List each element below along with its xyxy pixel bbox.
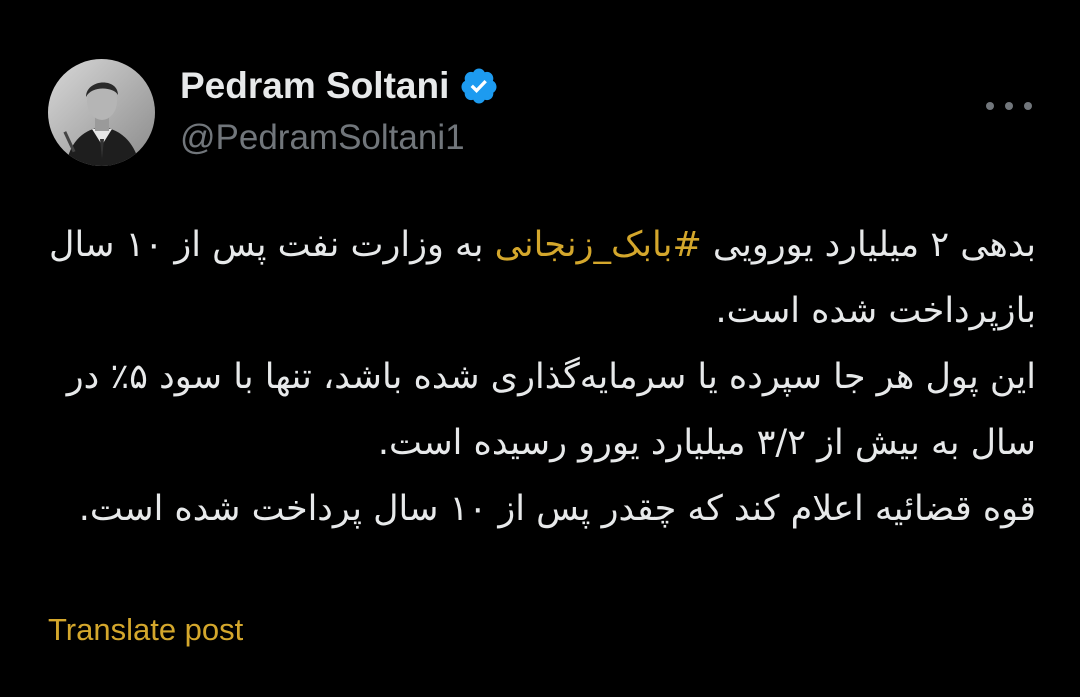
author-name-row: Pedram Soltani [180,62,499,110]
author-handle[interactable]: @PedramSoltani1 [180,118,465,158]
post-text-segment: بدهی ۲ میلیارد یورویی [701,225,1036,265]
post-paragraph-3: قوه قضائیه اعلام کند که چقدر پس از ۱۰ سا… [78,489,1036,529]
verified-badge-icon [459,66,499,106]
post-text: بدهی ۲ میلیارد یورویی #بابک_زنجانی به وز… [44,212,1036,542]
more-horizontal-icon-dot [986,102,994,110]
more-horizontal-icon-dot [1024,102,1032,110]
translate-post-link[interactable]: Translate post [48,612,243,648]
avatar[interactable] [48,59,155,166]
more-horizontal-icon-dot [1005,102,1013,110]
author-display-name[interactable]: Pedram Soltani [180,65,449,107]
hashtag-link[interactable]: #بابک_زنجانی [495,225,702,265]
more-options-button[interactable] [986,96,1032,116]
tweet-card: Pedram Soltani @PedramSoltani1 بدهی ۲ می… [0,0,1080,697]
post-paragraph-2: این پول هر جا سپرده یا سرمایه‌گذاری شده … [66,357,1036,463]
post-paragraph-1: بدهی ۲ میلیارد یورویی #بابک_زنجانی به وز… [44,212,1036,344]
